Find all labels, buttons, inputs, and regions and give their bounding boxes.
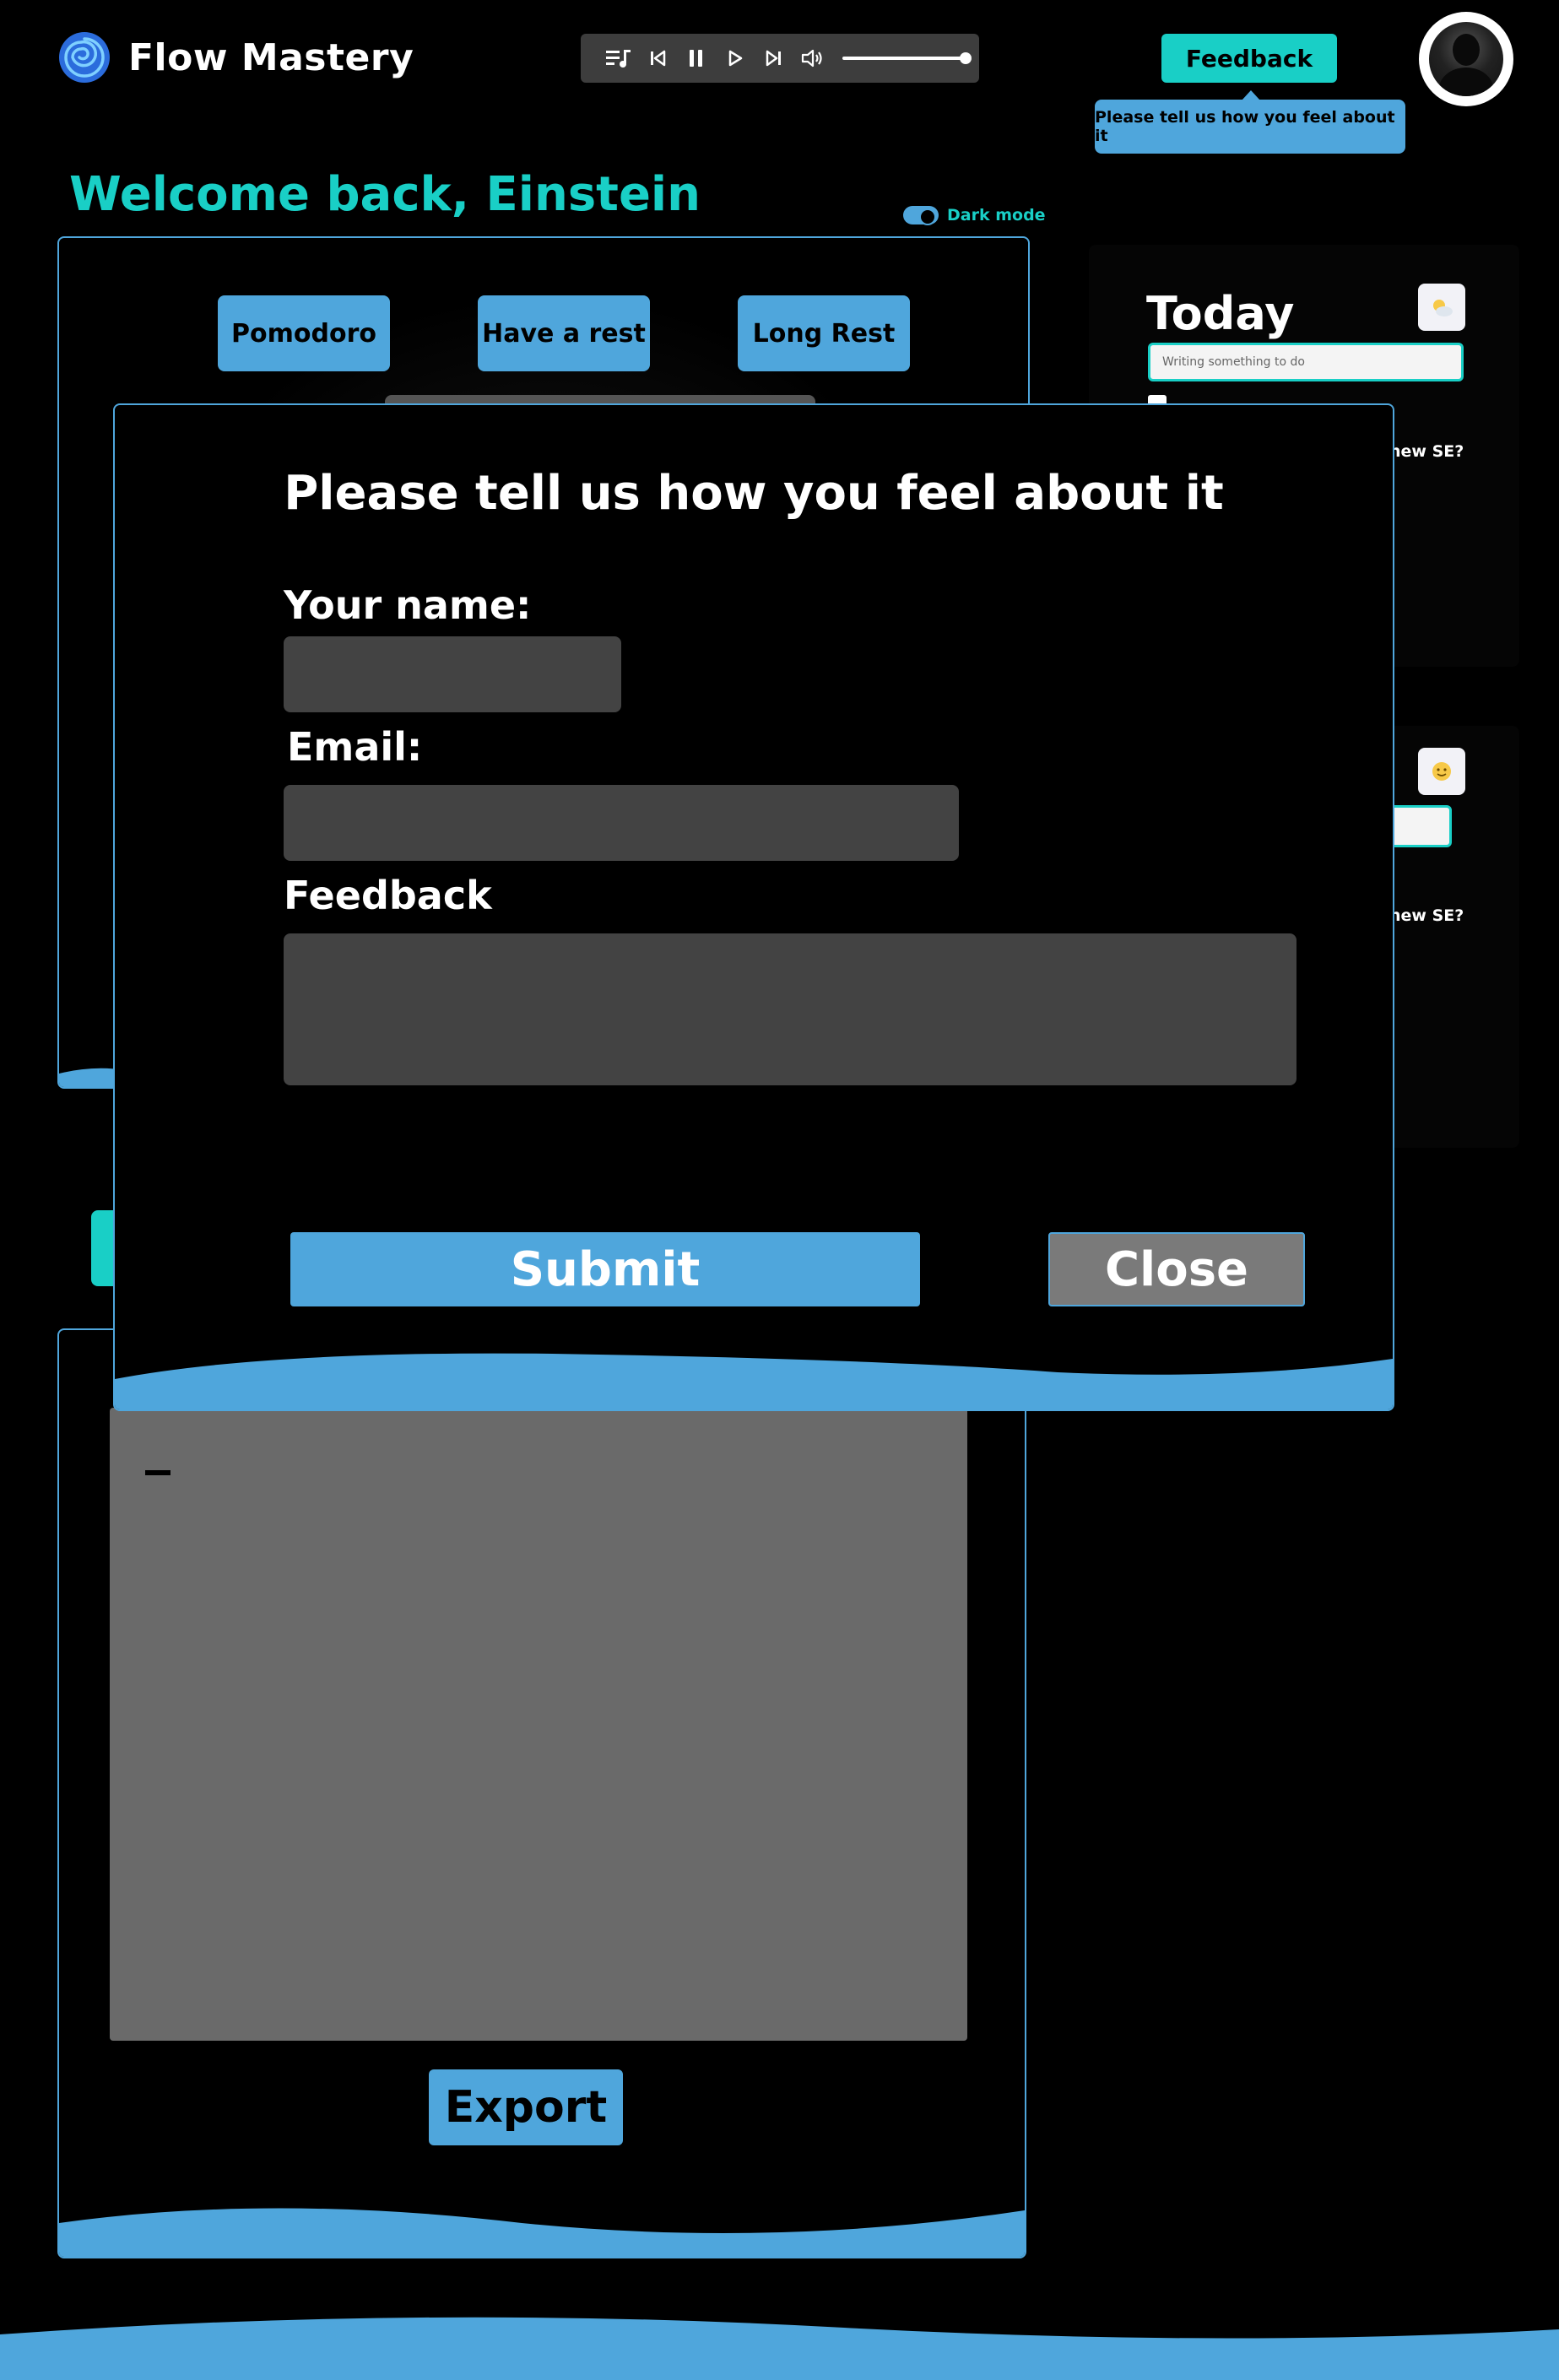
spiral-logo-icon [59, 32, 110, 83]
dark-mode-switch[interactable]: Dark mode [903, 206, 1046, 225]
smile-icon[interactable] [1418, 748, 1465, 795]
modal-wave-decoration [115, 1353, 1393, 1409]
notes-card: Export [57, 1328, 1026, 2258]
notes-wave-decoration [59, 2208, 1025, 2257]
toggle-icon[interactable] [903, 206, 939, 225]
modal-title: Please tell us how you feel about it [284, 466, 1224, 521]
music-player [581, 34, 979, 83]
task-peek-text: new SE? [1389, 442, 1464, 461]
feedback-button[interactable]: Feedback [1161, 34, 1337, 83]
pause-icon[interactable] [684, 46, 709, 71]
feedback-label: Feedback [284, 873, 492, 918]
mood-peek-text: new SE? [1389, 906, 1464, 925]
today-title: Today [1146, 287, 1295, 340]
volume-icon[interactable] [800, 46, 826, 71]
feedback-tooltip: Please tell us how you feel about it [1095, 90, 1405, 154]
notes-editor[interactable] [110, 1408, 967, 2041]
play-icon[interactable] [723, 46, 748, 71]
name-label: Your name: [284, 582, 532, 628]
volume-slider-handle[interactable] [960, 52, 972, 64]
user-avatar[interactable] [1419, 12, 1513, 106]
short-rest-button[interactable]: Have a rest [478, 295, 650, 371]
pomodoro-button[interactable]: Pomodoro [218, 295, 390, 371]
avatar-silhouette-icon [1429, 22, 1503, 96]
page-wave-decoration [0, 2317, 1559, 2380]
welcome-heading: Welcome back, Einstein [69, 167, 701, 222]
volume-slider[interactable] [842, 52, 972, 64]
app-logo[interactable]: Flow Mastery [57, 30, 414, 84]
email-label: Email: [287, 724, 423, 770]
sun-cloud-icon[interactable] [1418, 284, 1465, 331]
export-button[interactable]: Export [429, 2069, 623, 2145]
long-rest-button[interactable]: Long Rest [738, 295, 910, 371]
feedback-textarea[interactable] [284, 933, 1296, 1085]
dark-mode-label: Dark mode [947, 206, 1046, 224]
name-field[interactable] [284, 636, 621, 712]
email-field[interactable] [284, 785, 959, 861]
previous-icon[interactable] [645, 46, 670, 71]
submit-button[interactable]: Submit [290, 1232, 920, 1306]
close-button[interactable]: Close [1048, 1232, 1305, 1306]
next-icon[interactable] [761, 46, 787, 71]
app-name: Flow Mastery [128, 35, 414, 79]
todo-input[interactable] [1148, 343, 1464, 381]
playlist-icon[interactable] [606, 46, 631, 71]
text-cursor [145, 1470, 171, 1475]
feedback-modal: Please tell us how you feel about it You… [113, 403, 1394, 1411]
